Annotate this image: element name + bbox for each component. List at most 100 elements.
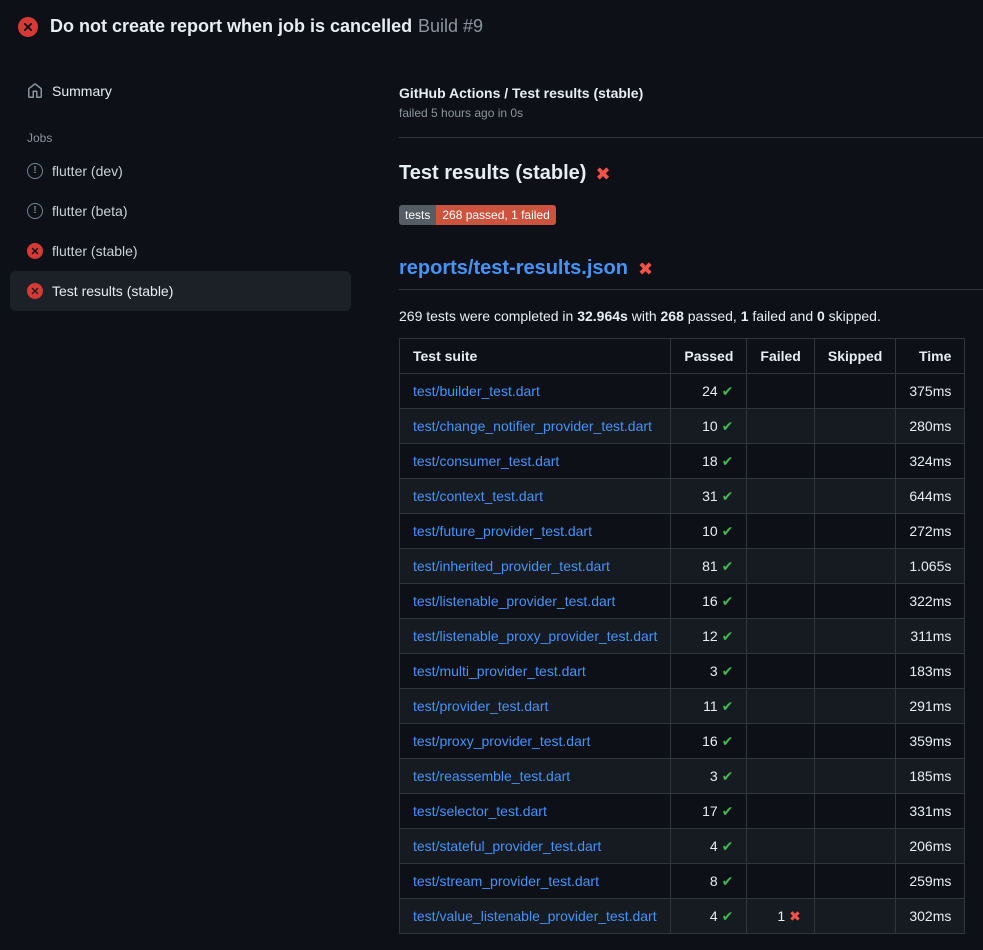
time-cell: 206ms [896, 829, 965, 864]
check-icon: ✔ [722, 663, 734, 679]
test-suite-link[interactable]: test/inherited_provider_test.dart [413, 558, 610, 574]
table-row: test/builder_test.dart 24✔ 375ms [400, 374, 965, 409]
time-cell: 322ms [896, 584, 965, 619]
test-suite-cell: test/multi_provider_test.dart [400, 654, 671, 689]
test-suite-link[interactable]: test/future_provider_test.dart [413, 523, 592, 539]
table-row: test/multi_provider_test.dart3✔183ms [400, 654, 965, 689]
passed-cell: 12✔ [671, 619, 747, 654]
test-suite-link[interactable]: test/listenable_proxy_provider_test.dart [413, 628, 657, 644]
passed-cell: 4✔ [671, 899, 747, 934]
test-suite-link[interactable]: test/stateful_provider_test.dart [413, 838, 601, 854]
sidebar-item-label: flutter (beta) [52, 203, 127, 219]
test-suite-link[interactable]: test/context_test.dart [413, 488, 543, 504]
test-suite-link[interactable]: test/multi_provider_test.dart [413, 663, 586, 679]
passed-cell: 8✔ [671, 864, 747, 899]
table-row: test/reassemble_test.dart 3✔ 185ms [400, 759, 965, 794]
x-circle-fill-icon [18, 17, 38, 37]
time-cell: 302ms [896, 899, 965, 934]
test-results-table: Test suite Passed Failed Skipped Time te… [399, 338, 965, 934]
test-suite-link[interactable]: test/builder_test.dart [413, 383, 540, 399]
passed-cell: 16✔ [671, 724, 747, 759]
skipped-cell [814, 409, 895, 444]
table-row: test/future_provider_test.dart10✔272ms [400, 514, 965, 549]
passed-cell: 18✔ [671, 444, 747, 479]
time-cell: 311ms [896, 619, 965, 654]
skipped-cell [814, 899, 895, 934]
check-icon: ✔ [722, 418, 734, 434]
jobs-section-label: Jobs [27, 131, 351, 145]
check-icon: ✔ [722, 453, 734, 469]
test-suite-link[interactable]: test/listenable_provider_test.dart [413, 593, 615, 609]
test-suite-link[interactable]: test/stream_provider_test.dart [413, 873, 599, 889]
check-run-title: Do not create report when job is cancell… [50, 16, 412, 36]
failed-cell [747, 864, 814, 899]
skipped-cell [814, 619, 895, 654]
skipped-cell [814, 829, 895, 864]
check-icon: ✔ [722, 558, 734, 574]
col-time: Time [896, 339, 965, 374]
main-panel: GitHub Actions / Test results (stable) f… [351, 47, 983, 934]
failed-cell [747, 479, 814, 514]
failed-cell [747, 829, 814, 864]
time-cell: 280ms [896, 409, 965, 444]
test-suite-link[interactable]: test/value_listenable_provider_test.dart [413, 908, 657, 924]
test-suite-link[interactable]: test/change_notifier_provider_test.dart [413, 418, 652, 434]
test-suite-link[interactable]: test/reassemble_test.dart [413, 768, 570, 784]
test-suite-cell: test/listenable_provider_test.dart [400, 584, 671, 619]
time-cell: 185ms [896, 759, 965, 794]
failed-cell [747, 619, 814, 654]
test-suite-cell: test/stream_provider_test.dart [400, 864, 671, 899]
failed-cell [747, 444, 814, 479]
time-cell: 359ms [896, 724, 965, 759]
passed-cell: 10✔ [671, 514, 747, 549]
x-icon: ✖ [638, 260, 653, 278]
test-suite-cell: test/listenable_proxy_provider_test.dart [400, 619, 671, 654]
sidebar-item-flutter-dev-[interactable]: !flutter (dev) [10, 151, 351, 191]
test-suite-link[interactable]: test/selector_test.dart [413, 803, 547, 819]
table-row: test/stateful_provider_test.dart 4✔ 206ms [400, 829, 965, 864]
passed-cell: 4✔ [671, 829, 747, 864]
passed-cell: 81✔ [671, 549, 747, 584]
skipped-cell [814, 444, 895, 479]
x-icon: ✖ [595, 165, 610, 183]
skipped-cell [814, 514, 895, 549]
check-icon: ✔ [722, 803, 734, 819]
sidebar-item-test-results-stable-[interactable]: Test results (stable) [10, 271, 351, 311]
divider [399, 137, 983, 138]
time-cell: 375ms [896, 374, 965, 409]
tests-badge: tests 268 passed, 1 failed [399, 205, 556, 225]
check-icon: ✔ [722, 698, 734, 714]
passed-cell: 31✔ [671, 479, 747, 514]
badge-value: 268 passed, 1 failed [436, 205, 555, 225]
build-number: Build #9 [418, 16, 483, 36]
passed-cell: 3✔ [671, 759, 747, 794]
test-suite-link[interactable]: test/consumer_test.dart [413, 453, 559, 469]
time-cell: 291ms [896, 689, 965, 724]
test-suite-link[interactable]: test/provider_test.dart [413, 698, 548, 714]
passed-cell: 11✔ [671, 689, 747, 724]
test-suite-cell: test/inherited_provider_test.dart [400, 549, 671, 584]
table-row: test/listenable_proxy_provider_test.dart… [400, 619, 965, 654]
report-file-link[interactable]: reports/test-results.json [399, 257, 628, 280]
check-icon: ✔ [722, 523, 734, 539]
passed-cell: 24✔ [671, 374, 747, 409]
col-failed: Failed [747, 339, 814, 374]
sidebar-item-summary[interactable]: Summary [10, 73, 351, 109]
test-suite-link[interactable]: test/proxy_provider_test.dart [413, 733, 590, 749]
table-row: test/stream_provider_test.dart8✔259ms [400, 864, 965, 899]
failed-cell [747, 514, 814, 549]
home-icon [27, 83, 43, 99]
skipped-cell [814, 724, 895, 759]
table-row: test/provider_test.dart 11✔ 291ms [400, 689, 965, 724]
sidebar-item-flutter-beta-[interactable]: !flutter (beta) [10, 191, 351, 231]
passed-cell: 17✔ [671, 794, 747, 829]
passed-cell: 10✔ [671, 409, 747, 444]
check-icon: ✔ [722, 383, 734, 399]
skipped-cell [814, 584, 895, 619]
col-passed: Passed [671, 339, 747, 374]
check-icon: ✔ [722, 733, 734, 749]
test-suite-cell: test/selector_test.dart [400, 794, 671, 829]
sidebar-item-flutter-stable-[interactable]: flutter (stable) [10, 231, 351, 271]
sidebar-item-label: flutter (dev) [52, 163, 123, 179]
skipped-cell [814, 864, 895, 899]
